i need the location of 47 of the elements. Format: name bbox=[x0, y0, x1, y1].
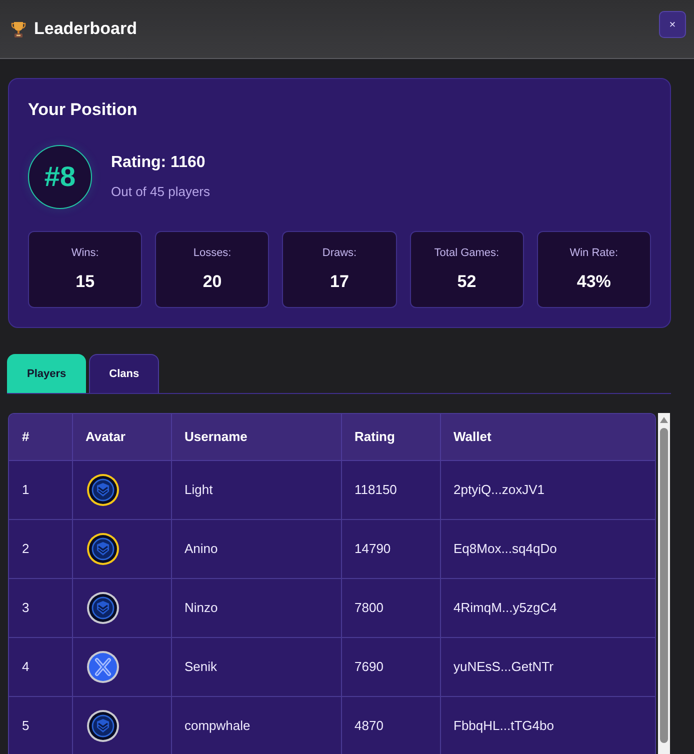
stat-label: Win Rate: bbox=[570, 246, 618, 261]
column-header: # bbox=[9, 414, 72, 460]
stat-value: 15 bbox=[76, 271, 95, 293]
stat-value: 17 bbox=[330, 271, 349, 293]
wallet-cell: Eq8Mox...sq4qDo bbox=[440, 519, 655, 578]
close-button[interactable]: × bbox=[659, 11, 686, 38]
column-header: Wallet bbox=[440, 414, 655, 460]
rank-cell: 4 bbox=[9, 637, 72, 696]
player-count-text: Out of 45 players bbox=[111, 183, 210, 201]
rating-cell: 7690 bbox=[341, 637, 440, 696]
stat-label: Wins: bbox=[71, 246, 99, 261]
rank-cell: 5 bbox=[9, 696, 72, 754]
rating-cell: 4870 bbox=[341, 696, 440, 754]
column-header: Avatar bbox=[72, 414, 171, 460]
username-cell: Ninzo bbox=[171, 578, 341, 637]
scrollbar-track[interactable] bbox=[658, 413, 670, 754]
wallet-cell: 2ptyiQ...zoxJV1 bbox=[440, 460, 655, 519]
stat-label: Total Games: bbox=[434, 246, 500, 261]
rating-text: Rating: 1160 bbox=[111, 153, 206, 173]
rank-cell: 3 bbox=[9, 578, 72, 637]
stat-label: Losses: bbox=[193, 246, 232, 261]
stat-label: Draws: bbox=[322, 246, 357, 261]
username-cell: compwhale bbox=[171, 696, 341, 754]
stat-value: 20 bbox=[202, 271, 222, 293]
scrollbar-thumb[interactable] bbox=[660, 428, 668, 743]
username-cell: Senik bbox=[171, 637, 341, 696]
window-title: Leaderboard bbox=[34, 18, 137, 40]
wallet-cell: 4RimqM...y5zgC4 bbox=[440, 578, 655, 637]
wallet-cell: yuNEsS...GetNTr bbox=[440, 637, 655, 696]
tab[interactable]: Players bbox=[7, 354, 86, 393]
rank-cell: 1 bbox=[9, 460, 72, 519]
username-cell: Light bbox=[171, 460, 341, 519]
tab[interactable]: Clans bbox=[89, 354, 160, 393]
stat-value: 43% bbox=[576, 271, 611, 293]
stat-value: 52 bbox=[457, 271, 476, 293]
column-header: Username bbox=[171, 414, 341, 460]
wallet-cell: FbbqHL...tTG4bo bbox=[440, 696, 655, 754]
trophy-icon bbox=[11, 20, 26, 38]
column-header: Rating bbox=[341, 414, 440, 460]
section-heading: Your Position bbox=[28, 99, 138, 121]
rank-badge: #8 bbox=[28, 145, 92, 209]
rank-cell: 2 bbox=[9, 519, 72, 578]
rating-cell: 7800 bbox=[341, 578, 440, 637]
scroll-up-icon[interactable] bbox=[660, 417, 668, 423]
username-cell: Anino bbox=[171, 519, 341, 578]
rating-cell: 14790 bbox=[341, 519, 440, 578]
rating-cell: 118150 bbox=[341, 460, 440, 519]
